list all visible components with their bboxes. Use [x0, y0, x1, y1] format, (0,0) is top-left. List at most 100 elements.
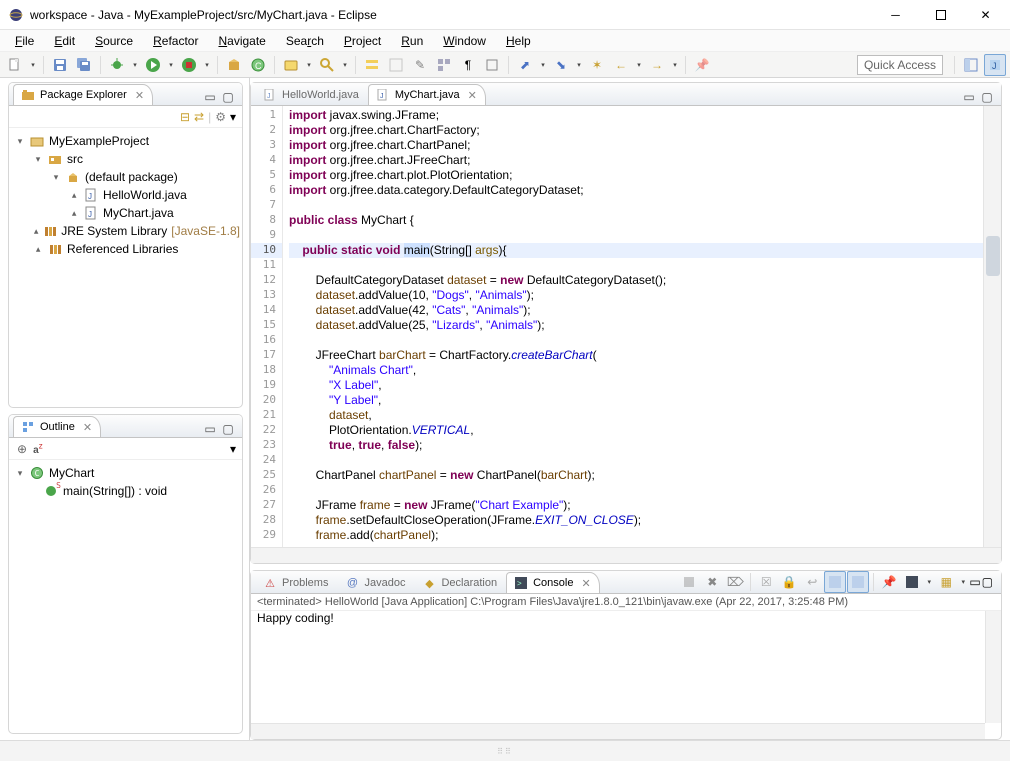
maximize-view-button[interactable]: ▢	[220, 421, 236, 437]
open-type-dropdown[interactable]: ▾	[304, 61, 314, 69]
maximize-button[interactable]	[918, 1, 963, 29]
maximize-editor-button[interactable]: ▢	[979, 89, 995, 105]
editor-horizontal-scrollbar[interactable]	[251, 547, 1001, 563]
annotation-next-dropdown[interactable]: ▾	[574, 61, 584, 69]
editor-gutter[interactable]: 1234567891011121314151617181920212223242…	[251, 106, 283, 547]
javadoc-tab[interactable]: @Javadoc	[337, 572, 414, 593]
save-all-button[interactable]	[73, 54, 95, 76]
tree-ref-libs[interactable]: ▸Referenced Libraries	[11, 240, 240, 258]
open-perspective-button[interactable]	[960, 54, 982, 76]
outline-tab[interactable]: Outline ✕	[13, 416, 101, 437]
outline-method[interactable]: Smain(String[]) : void	[11, 482, 240, 500]
run-dropdown[interactable]: ▾	[166, 61, 176, 69]
forward-dropdown[interactable]: ▾	[670, 61, 680, 69]
toggle-word-wrap-button[interactable]	[481, 54, 503, 76]
menu-source[interactable]: Source	[86, 32, 142, 50]
edit-button[interactable]: ✎	[409, 54, 431, 76]
outline-class[interactable]: ▾CMyChart	[11, 464, 240, 482]
annotation-prev-button[interactable]: ⬈	[514, 54, 536, 76]
tree-jre[interactable]: ▸JRE System Library [JavaSE-1.8]	[11, 222, 240, 240]
search-dropdown[interactable]: ▾	[340, 61, 350, 69]
package-explorer-tab[interactable]: Package Explorer ✕	[13, 84, 153, 105]
back-button[interactable]: ←	[610, 54, 632, 76]
console-horizontal-scrollbar[interactable]	[251, 723, 985, 739]
link-editor-button[interactable]: ⇄	[194, 110, 204, 124]
new-java-class-button[interactable]: C	[247, 54, 269, 76]
remove-all-launches-button[interactable]: ⌦	[724, 571, 746, 593]
terminate-button[interactable]	[678, 571, 700, 593]
save-button[interactable]	[49, 54, 71, 76]
menu-navigate[interactable]: Navigate	[209, 32, 274, 50]
problems-tab[interactable]: ⚠Problems	[255, 572, 337, 593]
tree-project[interactable]: ▾MyExampleProject	[11, 132, 240, 150]
menu-refactor[interactable]: Refactor	[144, 32, 207, 50]
menu-edit[interactable]: Edit	[45, 32, 84, 50]
coverage-button[interactable]	[178, 54, 200, 76]
console-tab[interactable]: >Console✕	[506, 572, 600, 593]
close-button[interactable]: ✕	[963, 1, 1008, 29]
editor-tab-helloworld[interactable]: J HelloWorld.java	[255, 84, 368, 105]
close-icon[interactable]: ✕	[468, 89, 477, 102]
scrollbar-thumb[interactable]	[986, 236, 1000, 276]
display-console-dropdown[interactable]: ▾	[924, 578, 934, 586]
block-select-button[interactable]	[433, 54, 455, 76]
minimize-view-button[interactable]: ▭	[969, 575, 980, 589]
editor-code-area[interactable]: import javax.swing.JFrame;import org.jfr…	[283, 106, 983, 547]
view-menu-button[interactable]: ▾	[230, 442, 236, 456]
maximize-view-button[interactable]: ▢	[982, 575, 993, 589]
sash-grip-icon[interactable]: ⠿⠿	[497, 747, 513, 756]
forward-button[interactable]: →	[646, 54, 668, 76]
display-console-button[interactable]	[901, 571, 923, 593]
debug-dropdown[interactable]: ▾	[130, 61, 140, 69]
open-console-button[interactable]: ▦	[935, 571, 957, 593]
tree-src[interactable]: ▾src	[11, 150, 240, 168]
declaration-tab[interactable]: ◆Declaration	[414, 572, 506, 593]
last-edit-button[interactable]: ✶	[586, 54, 608, 76]
remove-launch-button[interactable]: ✖	[701, 571, 723, 593]
tree-file-helloworld[interactable]: ▸JHelloWorld.java	[11, 186, 240, 204]
sort-button[interactable]: az	[33, 441, 43, 456]
toggle-mark-occurrences-button[interactable]	[385, 54, 407, 76]
tree-file-mychart[interactable]: ▸JMyChart.java	[11, 204, 240, 222]
annotation-next-button[interactable]: ⬊	[550, 54, 572, 76]
menu-file[interactable]: File	[6, 32, 43, 50]
menu-run[interactable]: Run	[392, 32, 432, 50]
annotation-prev-dropdown[interactable]: ▾	[538, 61, 548, 69]
open-console-dropdown[interactable]: ▾	[958, 578, 968, 586]
console-vertical-scrollbar[interactable]	[985, 611, 1001, 723]
menu-project[interactable]: Project	[335, 32, 390, 50]
new-button[interactable]	[4, 54, 26, 76]
minimize-editor-button[interactable]: ▭	[961, 89, 977, 105]
menu-search[interactable]: Search	[277, 32, 333, 50]
toggle-breadcrumb-button[interactable]	[361, 54, 383, 76]
quick-access-field[interactable]: Quick Access	[857, 55, 943, 75]
coverage-dropdown[interactable]: ▾	[202, 61, 212, 69]
minimize-view-button[interactable]: ▭	[202, 421, 218, 437]
show-on-error-button[interactable]	[847, 571, 869, 593]
minimize-button[interactable]: ─	[873, 1, 918, 29]
back-dropdown[interactable]: ▾	[634, 61, 644, 69]
collapse-all-button[interactable]: ⊟	[180, 110, 190, 124]
pin-button[interactable]: 📌	[691, 54, 713, 76]
menu-window[interactable]: Window	[434, 32, 495, 50]
package-explorer-tree[interactable]: ▾MyExampleProject ▾src ▾(default package…	[9, 128, 242, 407]
pin-console-button[interactable]: 📌	[878, 571, 900, 593]
minimize-view-button[interactable]: ▭	[202, 89, 218, 105]
close-icon[interactable]: ✕	[581, 577, 590, 590]
focus-button[interactable]: ⊕	[17, 442, 27, 456]
open-type-button[interactable]	[280, 54, 302, 76]
run-button[interactable]	[142, 54, 164, 76]
close-icon[interactable]: ✕	[135, 89, 144, 102]
maximize-view-button[interactable]: ▢	[220, 89, 236, 105]
new-java-package-button[interactable]	[223, 54, 245, 76]
search-button[interactable]	[316, 54, 338, 76]
console-output-area[interactable]: Happy coding!	[251, 611, 1001, 739]
debug-button[interactable]	[106, 54, 128, 76]
filters-button[interactable]: ⚙	[215, 110, 226, 124]
clear-console-button[interactable]: ☒	[755, 571, 777, 593]
java-perspective-button[interactable]: J	[984, 54, 1006, 76]
close-icon[interactable]: ✕	[83, 421, 92, 434]
menu-help[interactable]: Help	[497, 32, 540, 50]
outline-tree[interactable]: ▾CMyChart Smain(String[]) : void	[9, 460, 242, 733]
editor-tab-mychart[interactable]: J MyChart.java ✕	[368, 84, 486, 105]
